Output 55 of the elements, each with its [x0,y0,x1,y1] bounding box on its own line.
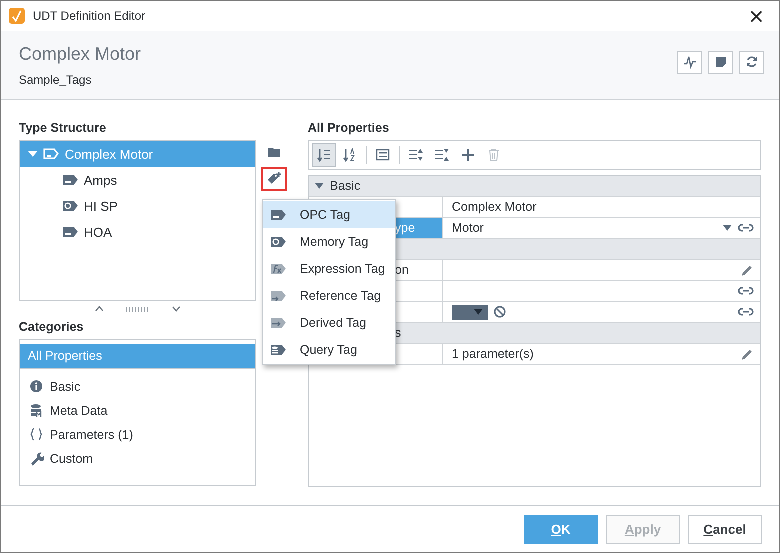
category-item[interactable]: Basic [20,375,255,399]
category-item[interactable]: Parameters (1) [20,423,255,447]
caret-icon [28,150,38,158]
tag-plus-button[interactable] [261,167,287,191]
no-symbol-icon [494,306,506,318]
menu-item[interactable]: Reference Tag [263,282,395,309]
list-icon [376,148,390,162]
caret-icon [315,183,324,189]
collapse-icon [435,148,449,162]
close-button[interactable]: × [742,6,771,26]
menu-item[interactable]: Expression Tag [263,255,395,282]
tree-item[interactable]: Amps [20,167,255,193]
color-dropdown[interactable] [452,304,488,320]
wrench-icon [30,452,44,466]
note-button[interactable] [708,50,733,74]
trash-icon [487,148,501,162]
note-icon [714,55,728,69]
category-item[interactable]: Custom [20,447,255,471]
trend-icon [682,55,696,69]
database-icon [30,404,44,418]
dialog-button[interactable]: Cancel [688,514,762,544]
section-heading: Type Structure [19,120,108,137]
tag-icon [62,172,79,188]
window-title: UDT Definition Editor [33,9,146,23]
menu-item[interactable]: Memory Tag [263,228,395,255]
tree-item[interactable]: HI SP [20,193,255,219]
category-item[interactable]: Meta Data [20,399,255,423]
property-value: 1 parameter(s) [452,347,535,361]
sort-list-icon [317,148,331,162]
braces-icon [30,428,44,442]
refresh-button[interactable] [739,50,764,74]
section-heading: Categories [19,319,85,336]
info-icon [30,380,44,394]
sort-list-button[interactable] [312,143,336,167]
plus-icon [461,148,475,162]
tree-item[interactable]: HOA [20,219,255,245]
tag-outline-icon [43,146,60,162]
udt-path: Sample_Tags [19,72,93,86]
grip-icon [126,306,150,312]
tag-icon [62,198,79,214]
udt-title: Complex Motor [19,44,142,64]
folder-icon [266,145,282,159]
app-icon [9,8,25,24]
refresh-icon [744,55,758,69]
trend-button[interactable] [677,50,702,74]
sort-alpha-icon [343,148,357,162]
tag-icon [62,224,79,240]
menu-item[interactable]: OPC Tag [263,201,395,228]
tag-plus-icon [266,172,282,186]
section-heading: All Properties [308,120,390,137]
property-value: Complex Motor [452,200,538,214]
property-value: Motor [452,221,485,235]
expand-icon [409,148,423,162]
dropdown-caret-icon [474,309,483,315]
group-header[interactable]: Basic [309,176,760,197]
